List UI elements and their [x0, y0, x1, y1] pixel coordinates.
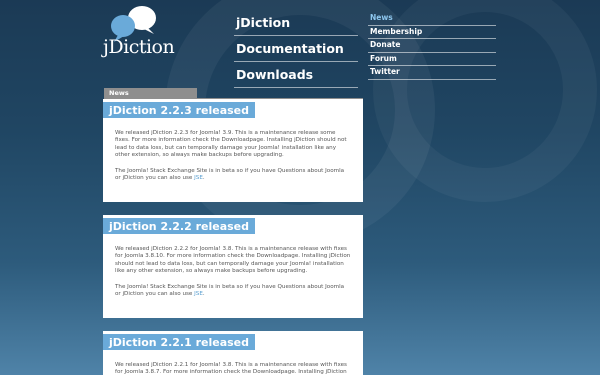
sub-nav: News Membership Donate Forum Twitter [368, 12, 496, 80]
article-note-end: . [202, 175, 205, 182]
section-tab-news: News [104, 88, 197, 99]
article-title[interactable]: jDiction 2.2.3 released [103, 102, 256, 118]
article-note-end: . [202, 291, 205, 298]
article-body: We released jDiction 2.2.1 for Joomla! 3… [115, 362, 347, 375]
subnav-membership[interactable]: Membership [368, 26, 496, 39]
jse-link[interactable]: JSE [194, 175, 203, 181]
subnav-forum[interactable]: Forum [368, 53, 496, 66]
article-body: We released jDiction 2.2.3 for Joomla! 3… [115, 130, 347, 159]
main-nav: jDiction Documentation Downloads [234, 10, 358, 88]
article-note: The Joomla! Stack Exchange Site is in be… [103, 284, 363, 299]
article-note-text: The Joomla! Stack Exchange Site is in be… [115, 167, 345, 182]
news-article: jDiction 2.2.2 released We released jDic… [103, 215, 363, 318]
subnav-twitter[interactable]: Twitter [368, 66, 496, 80]
subnav-news[interactable]: News [368, 12, 496, 26]
nav-downloads[interactable]: Downloads [234, 62, 358, 88]
nav-jdiction[interactable]: jDiction [234, 10, 358, 36]
article-note-text: The Joomla! Stack Exchange Site is in be… [115, 283, 345, 298]
article-title[interactable]: jDiction 2.2.2 released [103, 218, 256, 234]
news-article: jDiction 2.2.1 released We released jDic… [103, 331, 363, 375]
news-article: jDiction 2.2.3 released We released jDic… [103, 99, 363, 202]
logo-text[interactable]: jDiction [103, 36, 175, 58]
article-body: We released jDiction 2.2.2 for Joomla! 3… [115, 246, 351, 275]
nav-documentation[interactable]: Documentation [234, 36, 358, 62]
subnav-donate[interactable]: Donate [368, 39, 496, 53]
jse-link[interactable]: JSE [194, 291, 203, 297]
article-title[interactable]: jDiction 2.2.1 released [103, 334, 256, 350]
article-note: The Joomla! Stack Exchange Site is in be… [103, 168, 363, 183]
